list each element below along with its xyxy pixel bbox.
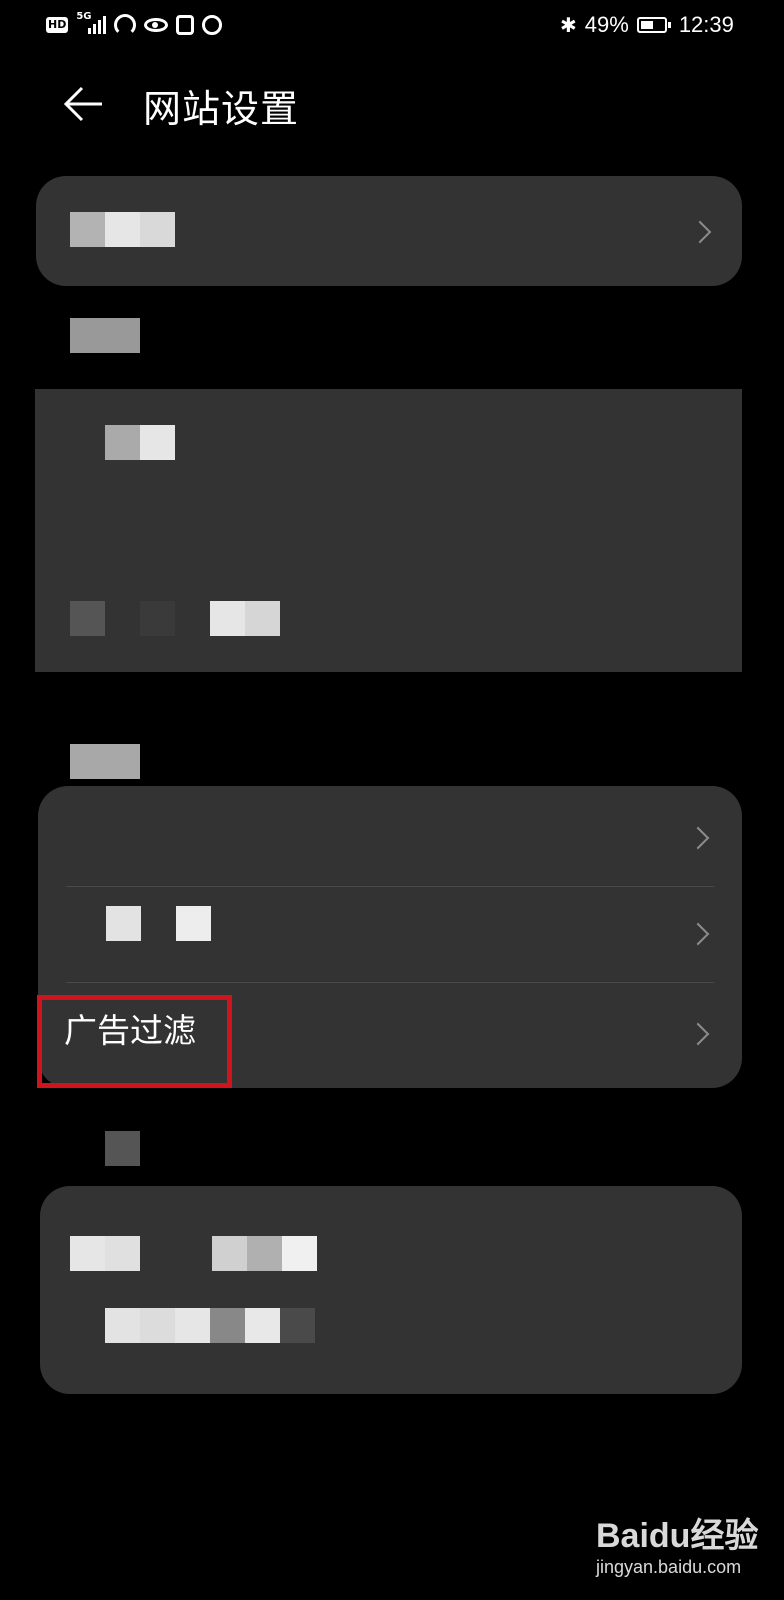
settings-row-1[interactable] [38, 786, 742, 886]
eye-icon [144, 18, 169, 32]
settings-card-bottom[interactable] [40, 1186, 742, 1394]
back-button[interactable] [60, 84, 110, 124]
back-arrow-icon [63, 86, 102, 122]
blurred-text [106, 906, 141, 941]
section-header-blurred [70, 744, 140, 779]
chevron-right-icon [686, 826, 710, 850]
blurred-text [140, 212, 175, 247]
status-bar-left: HD 5G [46, 11, 223, 38]
blurred-text [245, 1308, 280, 1343]
section-header-blurred [70, 318, 140, 353]
blurred-text [70, 212, 105, 247]
page-title: 网站设置 [143, 87, 300, 131]
blurred-text [70, 1236, 105, 1271]
chevron-right-icon [688, 220, 712, 244]
blurred-text [70, 601, 105, 636]
bluetooth-icon: ✱ [560, 14, 577, 37]
blurred-text [105, 212, 140, 247]
blurred-text [247, 1236, 282, 1271]
hotspot-icon [114, 14, 137, 36]
settings-card-top[interactable] [36, 176, 742, 286]
blurred-text [280, 1308, 315, 1343]
blurred-text [140, 1308, 175, 1343]
blurred-text [210, 1308, 245, 1343]
baidu-watermark: Baidu经验 jingyan.baidu.com [596, 1508, 776, 1588]
settings-card-middle[interactable] [35, 389, 742, 672]
blurred-text [175, 1308, 210, 1343]
blurred-text [105, 425, 140, 460]
blurred-text [176, 906, 211, 941]
blurred-text [140, 601, 175, 636]
blurred-text [210, 601, 245, 636]
blurred-text [282, 1236, 317, 1271]
blurred-text [140, 425, 175, 460]
settings-row-javascript[interactable] [38, 886, 742, 982]
battery-percent: 49% [584, 12, 629, 37]
blurred-text [105, 1308, 140, 1343]
baidu-url: jingyan.baidu.com [596, 1557, 742, 1577]
baidu-logo: Baidu经验 [596, 1517, 759, 1555]
nfc-icon [176, 15, 195, 35]
network-type-label: 5G [76, 11, 92, 22]
hd-icon: HD [46, 17, 69, 33]
battery-icon [636, 17, 671, 33]
chevron-right-icon [686, 1022, 710, 1046]
blurred-text [212, 1236, 247, 1271]
section-header-blurred [105, 1131, 140, 1166]
clock: 12:39 [678, 12, 734, 37]
alarm-icon [202, 15, 223, 35]
signal-icon: 5G [76, 11, 107, 36]
blurred-text [105, 1236, 140, 1271]
status-bar-right: ✱ 49% 12:39 [560, 10, 734, 40]
chevron-right-icon [686, 922, 710, 946]
highlight-box [37, 995, 232, 1088]
blurred-text [245, 601, 280, 636]
